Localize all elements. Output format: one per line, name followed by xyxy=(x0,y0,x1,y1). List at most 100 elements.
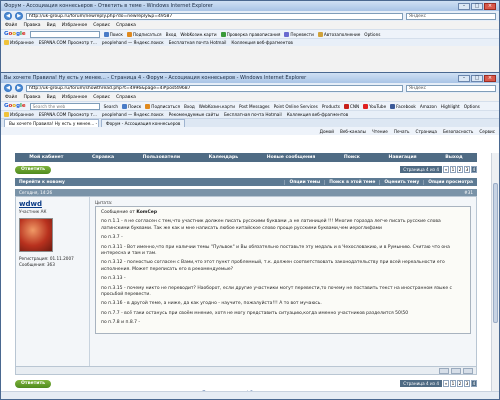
menu-file[interactable]: Файл xyxy=(5,95,17,100)
menu-file[interactable]: Файл xyxy=(5,23,17,28)
menu-favorites[interactable]: Избранное xyxy=(62,23,88,28)
tools-menu[interactable]: Сервис xyxy=(479,129,495,134)
nav-new-posts[interactable]: Новые сообщения xyxy=(267,155,316,160)
close-button[interactable]: × xyxy=(484,2,496,10)
page-link[interactable]: 1 xyxy=(450,166,456,173)
maximize-button[interactable]: □ xyxy=(471,74,483,82)
toolbar-login[interactable]: Вход xyxy=(166,32,177,37)
favorite-link[interactable]: Коллекция веб-фрагментов xyxy=(287,112,349,117)
address-input[interactable]: http://uk-group.ru/forum/newreply.php?do… xyxy=(26,12,403,20)
search-input[interactable]: Яндекс xyxy=(406,12,496,20)
toolbar-options[interactable]: Options xyxy=(364,32,380,37)
tab-thread[interactable]: Вы хочете Правила! Ну есть у менее... - … xyxy=(4,119,99,127)
toolbar-post-messages[interactable]: Post Messages xyxy=(239,104,270,109)
scrollbar-thumb[interactable] xyxy=(493,183,498,323)
goto-new-link[interactable]: Перейти к новому xyxy=(15,180,284,185)
favorite-link[interactable]: peoplehand — Яндекс.поиск xyxy=(102,112,164,117)
toolbar-online-services[interactable]: Point Online Services xyxy=(274,104,318,109)
page-menu[interactable]: Страница xyxy=(416,129,437,134)
toolbar-login[interactable]: Вход xyxy=(184,104,195,109)
google-search-input[interactable] xyxy=(29,30,100,38)
menu-tools[interactable]: Сервис xyxy=(93,95,110,100)
menu-edit[interactable]: Правка xyxy=(23,95,40,100)
vertical-scrollbar[interactable] xyxy=(491,153,499,391)
favorite-link[interactable]: ESPANA.COM Просмотр т... xyxy=(39,112,97,117)
toolbar-search[interactable]: Поиск xyxy=(122,103,141,109)
reply-button-bottom[interactable]: Ответить xyxy=(15,380,52,388)
minimize-button[interactable]: – xyxy=(458,2,470,10)
post-username[interactable]: wdwd xyxy=(19,200,86,208)
feeds-button[interactable]: Веб-каналы xyxy=(340,129,366,134)
menu-tools[interactable]: Сервис xyxy=(93,23,110,28)
menu-favorites[interactable]: Избранное xyxy=(62,95,88,100)
toolbar-spellcheck[interactable]: Проверка правописания xyxy=(220,31,280,37)
favorite-link[interactable]: ESPANA.COM Просмотр т... xyxy=(39,40,97,45)
nav-logout[interactable]: Выход xyxy=(445,155,463,160)
thread-options-menu[interactable]: Опции темы xyxy=(284,179,324,185)
page-first[interactable]: « xyxy=(443,166,449,173)
page-link[interactable]: 1 xyxy=(450,380,456,387)
toolbar-webcards[interactable]: WebKoзин.карти xyxy=(199,104,235,109)
nav-members[interactable]: Пользователи xyxy=(143,155,180,160)
nav-search[interactable]: Поиск xyxy=(344,155,360,160)
menu-help[interactable]: Справка xyxy=(116,95,136,100)
toolbar-search[interactable]: Поиск xyxy=(103,31,123,37)
favorite-link[interactable]: Бесплатная почта Hotmail xyxy=(224,112,282,117)
print-button[interactable]: Печать xyxy=(394,129,410,134)
menu-help[interactable]: Справка xyxy=(116,23,136,28)
page-link[interactable]: 3 xyxy=(464,380,470,387)
search-thread-menu[interactable]: Поиск в этой теме xyxy=(324,179,379,185)
toolbar-subscribe[interactable]: Подписаться xyxy=(126,31,162,37)
menu-edit[interactable]: Правка xyxy=(23,23,40,28)
toolbar-webcards[interactable]: WebKoзин.карти xyxy=(180,32,216,37)
toolbar-facebook[interactable]: Facebook xyxy=(390,103,416,109)
back-icon[interactable]: ◀ xyxy=(4,12,12,20)
display-options-menu[interactable]: Опции просмотра xyxy=(423,179,477,185)
read-mail-button[interactable]: Чтение xyxy=(372,129,388,134)
maximize-button[interactable]: □ xyxy=(471,2,483,10)
toolbar-autofill[interactable]: Автозаполнение xyxy=(317,31,360,37)
toolbar-products[interactable]: Products xyxy=(322,104,340,109)
quick-reply-button[interactable] xyxy=(463,367,473,374)
post-number[interactable]: #31 xyxy=(464,190,473,195)
toolbar-search-button[interactable]: Search xyxy=(104,104,118,109)
toolbar-subscribe[interactable]: Подписаться xyxy=(145,103,180,109)
page-first[interactable]: « xyxy=(443,380,449,387)
page-link[interactable]: 3 xyxy=(464,166,470,173)
safety-menu[interactable]: Безопасность xyxy=(443,129,473,134)
favorite-link[interactable]: Бесплатная почта Hotmail xyxy=(169,40,227,45)
nav-help[interactable]: Справка xyxy=(92,155,114,160)
home-button[interactable]: Домой xyxy=(320,129,334,134)
nav-profile[interactable]: Мой кабинет xyxy=(29,155,63,160)
menu-view[interactable]: Вид xyxy=(47,95,56,100)
favorite-link[interactable]: Коллекция веб-фрагментов xyxy=(231,40,293,45)
toolbar-highlight[interactable]: Highlight xyxy=(441,104,460,109)
nav-navigation[interactable]: Навигация xyxy=(388,155,416,160)
menu-view[interactable]: Вид xyxy=(47,23,56,28)
favorite-link[interactable]: Рекомендуемые сайты xyxy=(169,112,219,117)
nav-calendar[interactable]: Календарь xyxy=(209,155,239,160)
toolbar-cnn[interactable]: CNN xyxy=(343,103,359,109)
address-input[interactable]: http://uk-group.ru/forum/showthread.php?… xyxy=(26,84,403,92)
reply-button[interactable]: Ответить xyxy=(15,166,52,174)
search-input[interactable]: Яндекс xyxy=(406,84,496,92)
favorite-link[interactable]: peoplehand — Яндекс.поиск xyxy=(102,40,164,45)
multi-quote-button[interactable] xyxy=(451,367,461,374)
tab-forum[interactable]: Форум - Ассоциация коннесьеров xyxy=(101,119,186,127)
toolbar-options[interactable]: Options xyxy=(464,104,480,109)
page-link[interactable]: 2 xyxy=(457,166,463,173)
toolbar-amazon[interactable]: Amazon xyxy=(420,104,437,109)
favorites-button[interactable]: Избранное xyxy=(4,40,34,45)
favorites-button[interactable]: Избранное xyxy=(4,112,34,117)
toolbar-youtube[interactable]: YouTube xyxy=(363,103,386,109)
quote-post-button[interactable] xyxy=(439,367,449,374)
forward-icon[interactable]: ▶ xyxy=(15,12,23,20)
minimize-button[interactable]: – xyxy=(458,74,470,82)
google-search-input[interactable]: Search the web xyxy=(29,102,100,110)
close-button[interactable]: × xyxy=(484,74,496,82)
toolbar-translate[interactable]: Перевести xyxy=(284,31,314,37)
forward-icon[interactable]: ▶ xyxy=(15,84,23,92)
page-link[interactable]: 2 xyxy=(457,380,463,387)
back-icon[interactable]: ◀ xyxy=(4,84,12,92)
rate-thread-menu[interactable]: Оценить тему xyxy=(379,179,423,185)
